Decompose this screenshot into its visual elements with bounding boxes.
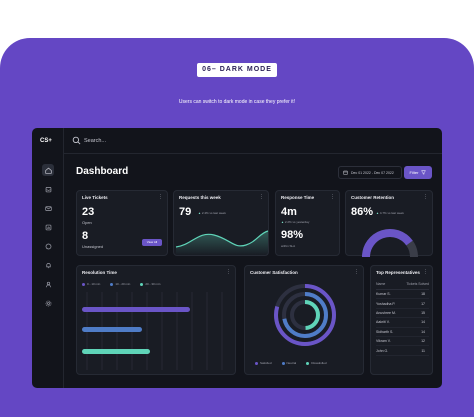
bar-0-10 — [82, 307, 190, 312]
date-range-picker[interactable]: Dec 01 2022 - Dec 07 2022 — [338, 166, 402, 179]
resolution-time-card: Resolution Time ⋮ 0 - 10 min 10 - 20 min… — [76, 265, 236, 375]
resolution-bar-chart — [82, 292, 223, 370]
unassigned-count: 8 — [82, 230, 89, 242]
nav-chat-icon[interactable] — [42, 240, 54, 252]
retention-delta: ▲ 4.7% vs last week — [376, 211, 404, 215]
nav-user-icon[interactable] — [42, 278, 54, 290]
legend-item: 10 - 20 min — [110, 282, 130, 286]
unassigned-label: Unassigned — [82, 244, 104, 249]
nav-reports-icon[interactable] — [42, 221, 54, 233]
table-header: Name Tickets Solved — [376, 282, 429, 290]
sidebar: CS+ — [32, 128, 64, 388]
kebab-menu-icon[interactable]: ⋮ — [158, 194, 163, 200]
filter-button[interactable]: Filter — [404, 166, 432, 179]
nav-bell-icon[interactable] — [42, 259, 54, 271]
top-bar — [64, 128, 442, 154]
card-title: Resolution Time — [82, 270, 117, 275]
card-title: Requests this week — [179, 195, 221, 200]
card-title: Customer Satisfaction — [250, 270, 298, 275]
reps-table: Name Tickets Solved Kumar S. 18 Yoshadha … — [376, 282, 429, 356]
nav-home-icon[interactable] — [42, 164, 54, 176]
legend-item: Neutral — [281, 361, 296, 365]
retention-value: 86% — [351, 206, 374, 218]
kebab-menu-icon[interactable]: ⋮ — [423, 194, 428, 200]
retention-card: Customer Retention ⋮ 86% ▲ 4.7% vs last … — [345, 190, 433, 257]
requests-trend-line — [175, 230, 269, 255]
search-input[interactable] — [84, 134, 234, 148]
filter-label: Filter — [409, 170, 419, 175]
legend-item: Satisfied — [255, 361, 272, 365]
response-delta: ▲ 2.2% vs yesterday — [281, 220, 310, 224]
table-row[interactable]: Aakriti V. 14 — [376, 318, 429, 328]
nav-inbox-icon[interactable] — [42, 183, 54, 195]
kebab-menu-icon[interactable]: ⋮ — [259, 194, 264, 200]
date-range-label: Dec 01 2022 - Dec 07 2022 — [351, 170, 394, 175]
satisfaction-rings — [274, 284, 336, 346]
legend-item: 0 - 10 min — [82, 282, 100, 286]
nav-settings-icon[interactable] — [42, 297, 54, 309]
open-label: Open — [82, 220, 92, 225]
table-row[interactable]: Sidharth S. 14 — [376, 328, 429, 337]
col-name: Name — [376, 282, 386, 286]
section-tag: 06– DARK MODE — [197, 63, 277, 77]
response-value: 4m — [281, 206, 297, 218]
sla-label: within SLA — [281, 244, 296, 248]
kebab-menu-icon[interactable]: ⋮ — [226, 269, 231, 275]
search-icon — [72, 136, 81, 145]
card-title: Top Representatives — [376, 270, 420, 275]
dashboard-window: CS+ Dashboard — [32, 128, 442, 388]
card-title: Live Tickets — [82, 195, 108, 200]
response-time-card: Response Time ⋮ 4m ▲ 2.2% vs yesterday 9… — [275, 190, 340, 256]
kebab-menu-icon[interactable]: ⋮ — [423, 269, 428, 275]
retention-gauge — [362, 229, 418, 257]
satisfaction-legend: Satisfied Neutral Dissatisfied — [255, 361, 327, 365]
requests-card: Requests this week ⋮ 79 ▲ 2.4% vs last w… — [173, 190, 269, 256]
calendar-icon — [343, 170, 348, 175]
kebab-menu-icon[interactable]: ⋮ — [330, 194, 335, 200]
table-row[interactable]: Kumar S. 18 — [376, 290, 429, 300]
table-row[interactable]: Vikram V. 12 — [376, 337, 429, 347]
live-tickets-card: Live Tickets ⋮ 23 Open 8 Unassigned View… — [76, 190, 168, 256]
sla-value: 98% — [281, 229, 304, 241]
bar-20-30 — [82, 349, 150, 354]
legend-item: 20 - 30 min — [140, 282, 160, 286]
table-row[interactable]: John G. 11 — [376, 346, 429, 356]
top-representatives-card: Top Representatives ⋮ Name Tickets Solve… — [370, 265, 433, 375]
kebab-menu-icon[interactable]: ⋮ — [354, 269, 359, 275]
open-count: 23 — [82, 206, 95, 218]
table-row[interactable]: Anushree M. 15 — [376, 309, 429, 319]
card-title: Response Time — [281, 195, 315, 200]
table-row[interactable]: Yoshadha P. 17 — [376, 299, 429, 309]
section-caption: Users can switch to dark mode in case th… — [178, 99, 296, 105]
requests-delta: ▲ 2.4% vs last week — [198, 211, 226, 215]
requests-value: 79 — [179, 206, 192, 218]
legend-item: Dissatisfied — [306, 361, 327, 365]
card-title: Customer Retention — [351, 195, 395, 200]
satisfaction-card: Customer Satisfaction ⋮ Satisfied Neutra… — [244, 265, 364, 375]
resolution-legend: 0 - 10 min 10 - 20 min 20 - 30 min — [82, 282, 160, 286]
app-logo[interactable]: CS+ — [40, 138, 52, 144]
filter-icon — [421, 170, 427, 175]
view-all-button[interactable]: View All — [142, 239, 162, 246]
nav-mail-icon[interactable] — [42, 202, 54, 214]
bar-10-20 — [82, 327, 142, 332]
page-title: Dashboard — [76, 166, 129, 177]
col-tickets: Tickets Solved — [406, 282, 429, 286]
